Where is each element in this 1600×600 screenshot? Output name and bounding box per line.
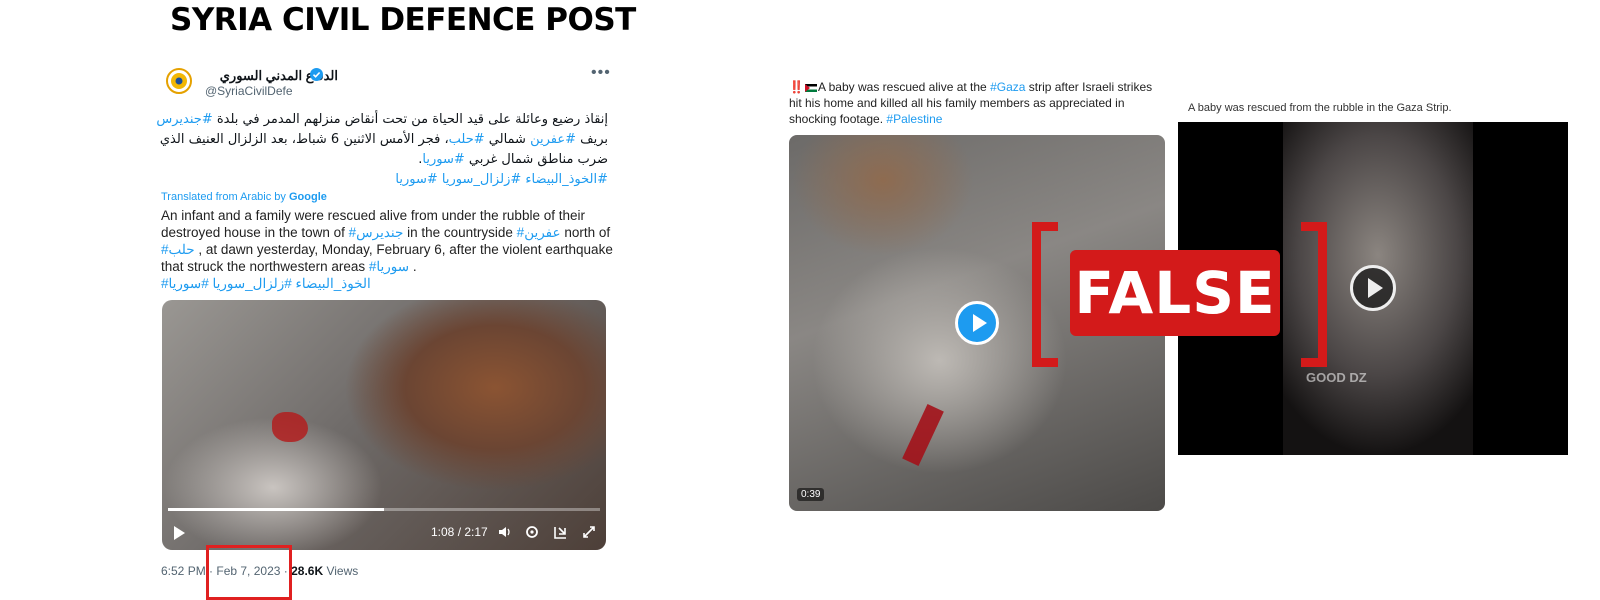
- date-highlight-box: [206, 545, 292, 600]
- pip-icon[interactable]: [553, 524, 569, 540]
- hashtag-link[interactable]: #حلب: [161, 242, 195, 257]
- hashtag-link[interactable]: #Gaza: [990, 80, 1025, 94]
- video-player[interactable]: 1:08 / 2:17: [162, 300, 606, 550]
- fullscreen-icon[interactable]: [581, 524, 597, 540]
- settings-icon[interactable]: [524, 524, 540, 540]
- false-label: FALSE: [1070, 250, 1280, 336]
- translated-by-label[interactable]: Translated from Arabic by Google: [161, 191, 327, 203]
- hashtag-link[interactable]: #Palestine: [886, 112, 942, 126]
- play-icon[interactable]: [174, 526, 185, 540]
- stamp-bracket-left: [1032, 222, 1058, 367]
- false-verdict-stamp: FALSE: [1032, 222, 1327, 367]
- video-frame-detail: [272, 412, 308, 442]
- tweet-time[interactable]: 6:52 PM: [161, 564, 206, 578]
- stamp-bracket-right: [1301, 222, 1327, 367]
- hashtag-link[interactable]: #عفرين: [530, 132, 576, 147]
- user-handle[interactable]: @SyriaCivilDefe: [205, 84, 293, 98]
- hashtag-line[interactable]: #الخوذ_البيضاء #زلزال_سوريا #سوريا: [395, 172, 608, 187]
- tweet-arabic-text: إنقاذ رضيع وعائلة على قيد الحياة من تحت …: [156, 112, 608, 187]
- hashtag-link[interactable]: #سوريا: [422, 152, 464, 167]
- avatar[interactable]: [166, 68, 192, 94]
- verified-badge-icon: [310, 68, 323, 81]
- volume-icon[interactable]: [497, 524, 513, 540]
- video-time: 1:08 / 2:17: [431, 525, 488, 539]
- video-progress-fill: [168, 508, 384, 511]
- video-watermark: GOOD DZ: [1306, 370, 1367, 385]
- palestine-flag-icon: [804, 83, 817, 92]
- video-duration: 0:39: [797, 488, 825, 501]
- hashtag-link[interactable]: #جنديرس: [349, 225, 404, 240]
- page-headline: SYRIA CIVIL DEFENCE POST: [170, 2, 636, 38]
- play-icon[interactable]: [1350, 265, 1396, 311]
- play-icon[interactable]: [955, 301, 999, 345]
- google-logo: Google: [288, 191, 327, 203]
- more-icon[interactable]: •••: [591, 64, 611, 82]
- claim-tweet-text: ‼️ A baby was rescued alive at the #Gaza …: [789, 80, 1153, 126]
- video-progress-bar[interactable]: [168, 508, 600, 511]
- hashtag-link[interactable]: #جنديرس: [156, 112, 212, 127]
- tweet-english-text: An infant and a family were rescued aliv…: [161, 208, 613, 291]
- hashtag-line[interactable]: #الخوذ_البيضاء #زلزال_سوريا #سوريا: [161, 276, 371, 291]
- original-tweet-card: الدفاع المدني السوري @SyriaCivilDefe •••…: [148, 58, 628, 600]
- hashtag-link[interactable]: #سوريا: [369, 259, 409, 274]
- video-frame-detail: [902, 404, 944, 466]
- claim-caption: A baby was rescued from the rubble in th…: [1188, 102, 1452, 114]
- hashtag-link[interactable]: #حلب: [449, 132, 485, 147]
- views-count: 28.6K: [291, 564, 324, 578]
- hashtag-link[interactable]: #عفرين: [517, 225, 561, 240]
